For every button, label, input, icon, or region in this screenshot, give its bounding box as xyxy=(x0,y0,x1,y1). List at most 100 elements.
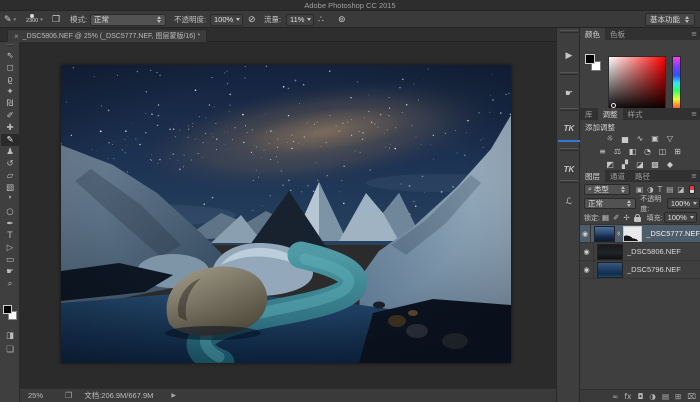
tool-crop[interactable]: ₪ xyxy=(1,98,19,110)
layer-mask-thumbnail[interactable] xyxy=(623,226,642,242)
color-picker-field[interactable] xyxy=(608,56,666,112)
brush-preset-picker[interactable]: 2300 ▾ xyxy=(26,11,43,28)
adjustment-gradient-map-icon[interactable]: ▩ xyxy=(648,158,663,170)
actions-panel-icon[interactable]: ▶ xyxy=(558,42,580,68)
add-layer-mask-icon[interactable]: ◘ xyxy=(637,392,643,401)
airbrush-icon[interactable]: ∴ xyxy=(318,15,324,25)
layer-name[interactable]: _DSC5796.NEF xyxy=(627,265,681,274)
tab-adjustments[interactable]: 调整 xyxy=(598,108,623,120)
layer-filter-toggle[interactable] xyxy=(689,185,695,194)
adjustment-vibrance-icon[interactable]: ▽ xyxy=(663,132,678,144)
tk-panel-active-icon[interactable]: TK xyxy=(558,116,580,142)
new-group-icon[interactable]: ▤ xyxy=(662,392,669,401)
filter-smart-objects-icon[interactable]: ◪ xyxy=(677,185,684,194)
tool-history-brush[interactable]: ↺ xyxy=(1,158,19,170)
layer-thumbnail[interactable] xyxy=(597,262,623,278)
layer-row-dsc5796nef[interactable]: ◉ _DSC5796.NEF xyxy=(580,261,700,279)
status-export-icon[interactable]: ❐ xyxy=(65,391,72,400)
dock-grip[interactable] xyxy=(560,180,578,183)
lock-transparent-icon[interactable]: ▦ xyxy=(602,213,609,222)
adjustment-levels-icon[interactable]: ▅ xyxy=(618,132,633,144)
lock-pixels-icon[interactable]: ✐ xyxy=(613,213,619,222)
close-tab-icon[interactable]: × xyxy=(14,32,19,41)
adjustment-color-balance-icon[interactable]: ⚖ xyxy=(610,145,625,157)
tool-preset-arrow-icon[interactable]: ▾ xyxy=(14,17,17,23)
adjustment-photo-filter-icon[interactable]: ◔ xyxy=(640,145,655,157)
panel-menu-icon[interactable]: ≡ xyxy=(691,110,697,118)
tool-hand[interactable]: ☛ xyxy=(1,266,19,278)
toolbar-grip[interactable] xyxy=(6,44,14,46)
panel-menu-icon[interactable]: ≡ xyxy=(691,172,697,180)
panel-menu-icon[interactable]: ≡ xyxy=(691,30,697,38)
pressure-size-icon[interactable]: ⊚ xyxy=(338,15,346,25)
tab-swatches[interactable]: 色板 xyxy=(605,28,630,40)
adjustment-curves-icon[interactable]: ∿ xyxy=(633,132,648,144)
adjustment-channel-mixer-icon[interactable]: ◫ xyxy=(655,145,670,157)
hue-slider[interactable] xyxy=(672,56,681,112)
tool-eyedropper[interactable]: ✐ xyxy=(1,110,19,122)
workspace-button[interactable]: 基本功能 xyxy=(645,13,695,26)
adjustment-invert-icon[interactable]: ◩ xyxy=(603,158,618,170)
tool-lasso[interactable]: ϱ xyxy=(1,74,19,86)
tool-rectangular-marquee[interactable]: ◻ xyxy=(1,62,19,74)
pressure-opacity-icon[interactable]: ⊘ xyxy=(248,15,256,25)
tab-paths[interactable]: 路径 xyxy=(630,170,655,182)
tk-basic-panel-icon[interactable]: ℒ xyxy=(558,188,580,214)
layer-thumbnail[interactable] xyxy=(594,226,615,242)
tool-quick-selection[interactable]: ✦ xyxy=(1,86,19,98)
dock-grip[interactable] xyxy=(560,108,578,111)
screen-mode-button[interactable]: ❏ xyxy=(1,344,19,356)
tk-panel-icon[interactable]: TK xyxy=(558,156,580,182)
layer-filter-kind-select[interactable]: ⌕ 类型 xyxy=(584,184,630,195)
lock-position-icon[interactable]: ✢ xyxy=(623,213,629,222)
rotate-tool-panel-icon[interactable]: ☛ xyxy=(558,80,580,106)
quick-mask-button[interactable]: ◨ xyxy=(1,330,19,342)
adjustment-brightness-contrast-icon[interactable]: ☼ xyxy=(603,132,618,144)
opacity-input[interactable]: 100% xyxy=(210,14,243,26)
layer-visibility-toggle[interactable]: ◉ xyxy=(580,261,594,279)
color-foreground-swatch[interactable] xyxy=(585,54,595,64)
adjustment-black-white-icon[interactable]: ◧ xyxy=(625,145,640,157)
adjustment-hue-saturation-icon[interactable]: ≡ xyxy=(595,145,610,157)
layer-name[interactable]: _DSC5806.NEF xyxy=(627,247,681,256)
document-tab[interactable]: × _DSC5806.NEF @ 25% (_DSC5777.NEF, 图层蒙版… xyxy=(7,29,207,42)
adjustment-selective-color-icon[interactable]: ◆ xyxy=(663,158,678,170)
layer-style-icon[interactable]: fx xyxy=(624,392,631,401)
dock-grip[interactable] xyxy=(560,30,578,33)
canvas-area[interactable] xyxy=(20,42,556,388)
tool-brush[interactable]: ✎ xyxy=(1,134,19,146)
tab-channels[interactable]: 通道 xyxy=(605,170,630,182)
foreground-color-swatch[interactable] xyxy=(3,305,12,314)
layer-name[interactable]: _DSC5777.NEF xyxy=(646,229,700,238)
tool-eraser[interactable]: ▱ xyxy=(1,170,19,182)
tool-move[interactable]: ⇖ xyxy=(1,50,19,62)
layer-opacity-input[interactable]: 100% xyxy=(667,198,700,209)
layer-thumbnail[interactable] xyxy=(597,244,623,260)
new-adjustment-layer-icon[interactable]: ◑ xyxy=(649,392,656,401)
tool-type[interactable]: T xyxy=(1,230,19,242)
flow-input[interactable]: 11% xyxy=(286,14,314,26)
tool-gradient[interactable]: ▧ xyxy=(1,182,19,194)
layer-blend-mode-select[interactable]: 正常 xyxy=(584,198,636,209)
photo-dsc5806[interactable] xyxy=(61,65,511,363)
tab-libraries[interactable]: 库 xyxy=(580,108,598,120)
layer-row-dsc5777nef[interactable]: ◉∞_DSC5777.NEF xyxy=(580,225,700,243)
delete-layer-icon[interactable]: ⌧ xyxy=(687,392,696,401)
lock-all-icon[interactable] xyxy=(634,217,641,222)
tab-color[interactable]: 颜色 xyxy=(580,28,605,40)
layer-fill-input[interactable]: 100% xyxy=(664,212,697,223)
layer-visibility-toggle[interactable]: ◉ xyxy=(580,243,594,261)
tool-dodge[interactable]: ○ xyxy=(1,206,19,218)
dock-grip[interactable] xyxy=(560,148,578,151)
toggle-brush-panel-icon[interactable]: ❒ xyxy=(52,15,60,25)
adjustment-threshold-icon[interactable]: ◪ xyxy=(633,158,648,170)
tool-path-selection[interactable]: ▷ xyxy=(1,242,19,254)
adjustment-exposure-icon[interactable]: ▣ xyxy=(648,132,663,144)
dock-grip[interactable] xyxy=(560,72,578,75)
zoom-level-input[interactable]: 25% xyxy=(28,391,43,400)
tool-clone-stamp[interactable]: ♟ xyxy=(1,146,19,158)
brush-tool-icon[interactable]: ✎ xyxy=(4,15,12,25)
tool-rectangle-shape[interactable]: ▭ xyxy=(1,254,19,266)
filter-group-layers-icon[interactable]: ▤ xyxy=(666,185,673,194)
adjustment-posterize-icon[interactable]: ▞ xyxy=(618,158,633,170)
